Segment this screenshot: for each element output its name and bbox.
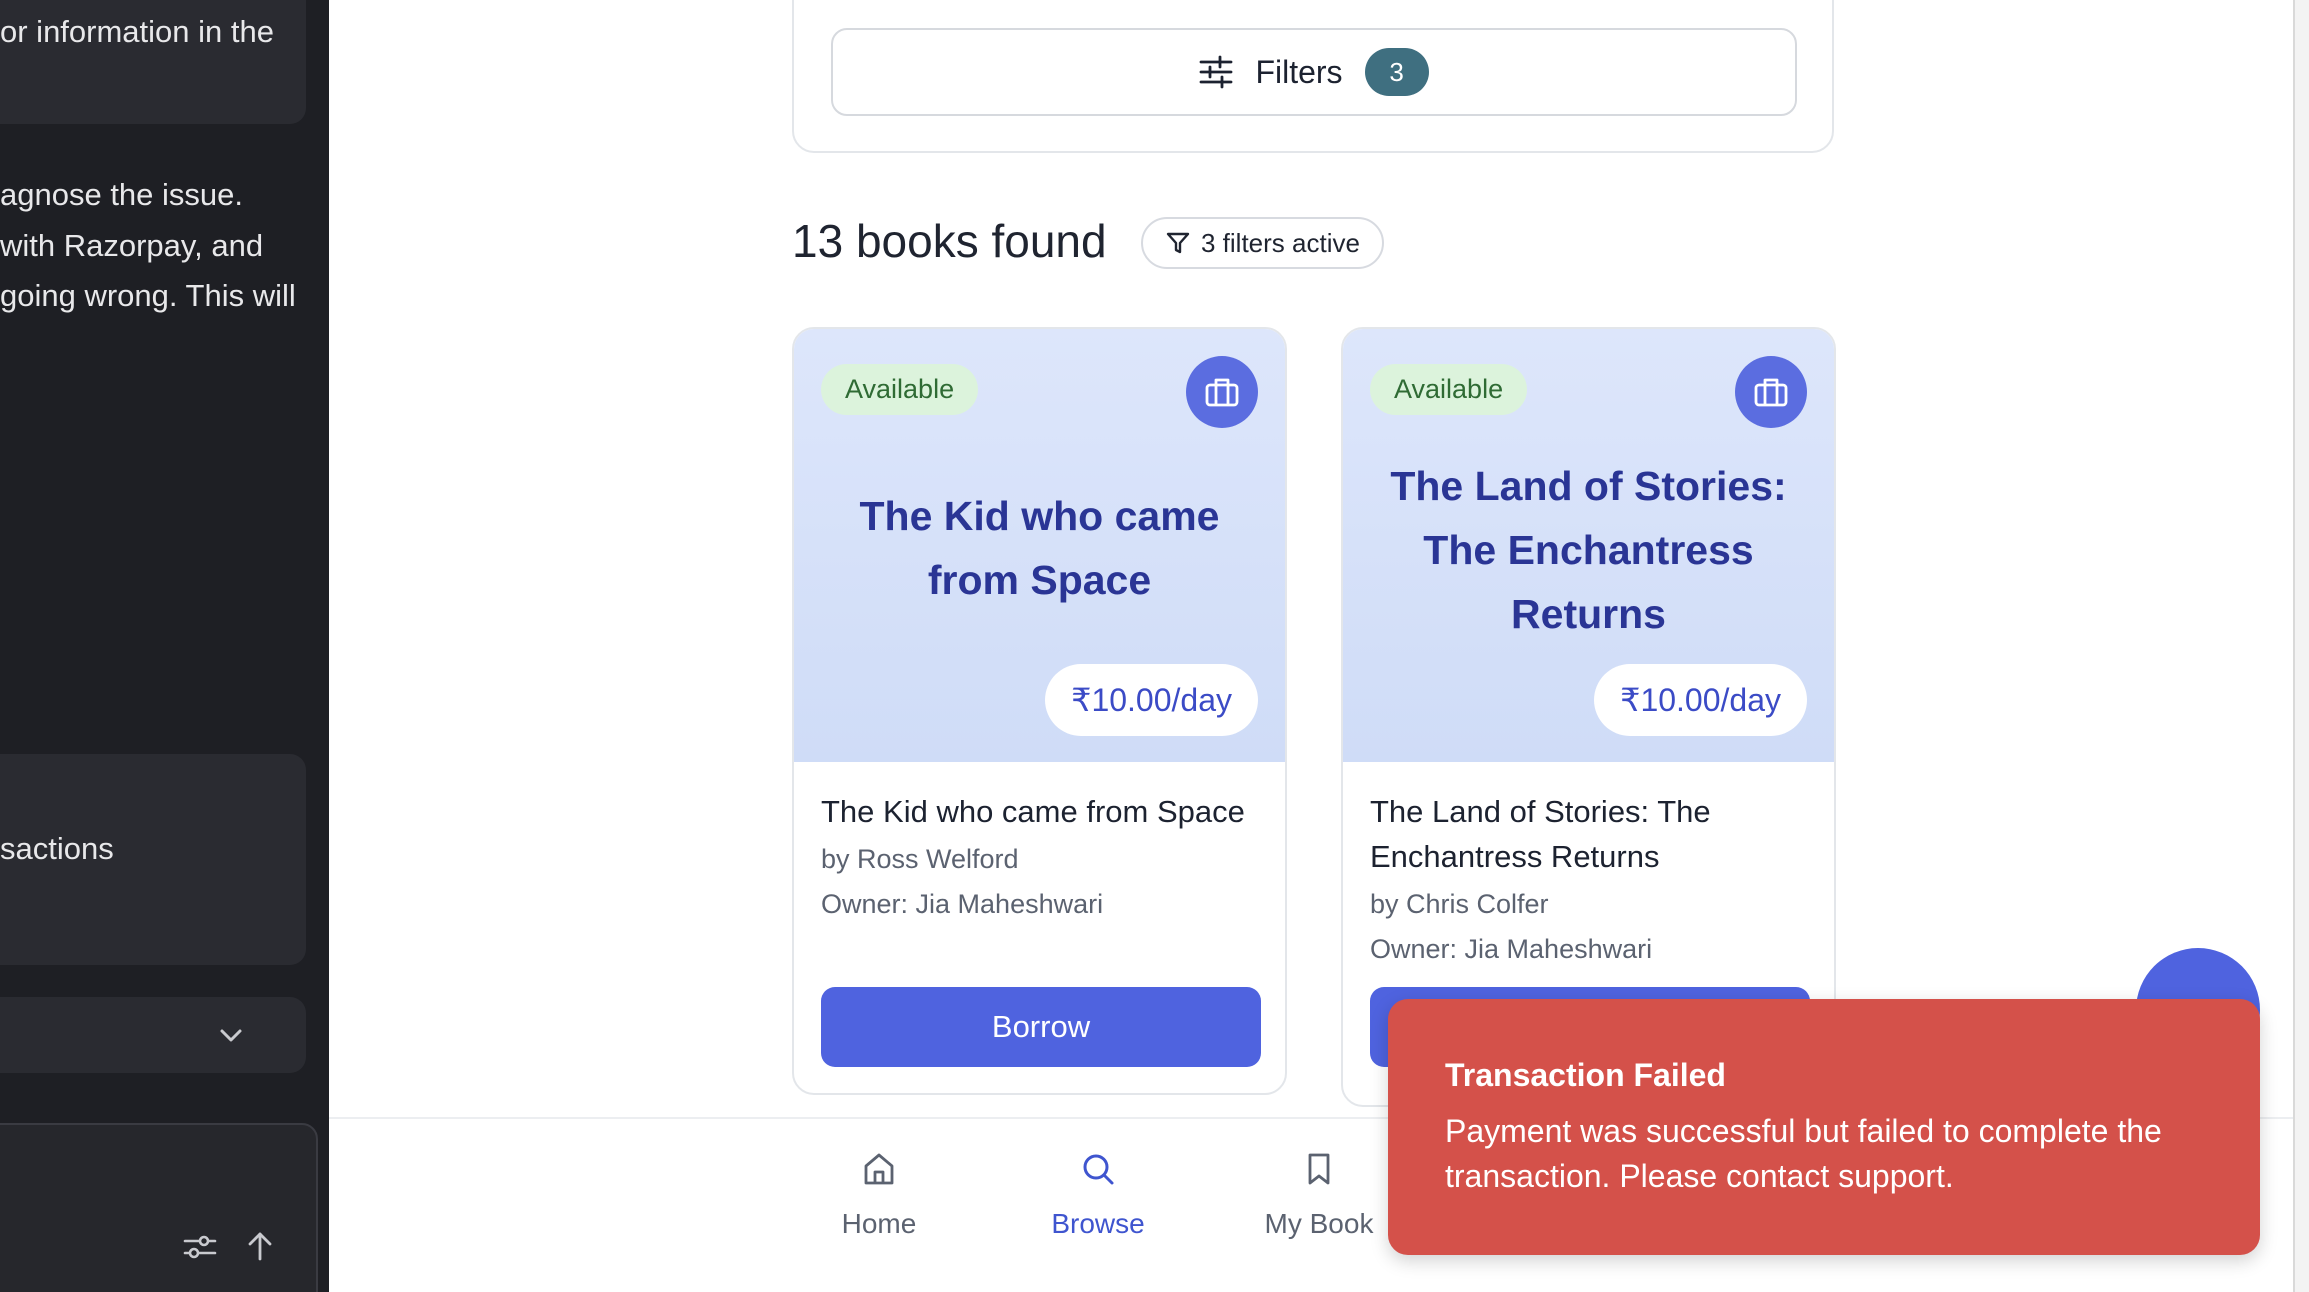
book-owner: Owner: Jia Maheshwari [821,889,1104,919]
availability-badge: Available [821,364,979,415]
send-arrow-up-icon[interactable] [244,1229,276,1263]
cover-title-line: from Space [927,557,1152,603]
model-dropdown[interactable] [0,997,306,1073]
nav-item-my-books[interactable]: My Book [1239,1151,1399,1240]
filters-count-badge: 3 [1364,48,1429,96]
cover-title-line: The Kid who came [859,493,1220,539]
search-icon [1083,1154,1114,1185]
sliders-icon [1200,55,1233,89]
nav-label: Browse [1051,1208,1145,1239]
filter-card: Filters 3 [792,0,1834,153]
cover-title-line: The Enchantress [1423,527,1754,573]
price-tag: ₹10.00/day [1594,664,1807,736]
cover-title-line: Returns [1511,591,1666,637]
toast-title: Transaction Failed [1445,1057,1726,1093]
bookshelf-icon[interactable] [1186,356,1258,428]
book-owner: Owner: Jia Maheshwari [1370,934,1653,964]
chevron-down-icon [220,1029,242,1042]
bookmark-icon [1308,1153,1330,1185]
filters-button[interactable]: Filters 3 [831,28,1797,116]
filters-label: Filters [1255,53,1343,90]
chat-input-box[interactable] [0,1123,318,1292]
nav-item-home[interactable]: Home [799,1151,959,1240]
book-title-line: Enchantress Returns [1370,839,1660,874]
home-icon [864,1153,894,1185]
price-tag: ₹10.00/day [1045,664,1258,736]
book-cover: Available ₹10.00/day The Land of Stories… [1343,329,1834,762]
bookshelf-icon[interactable] [1735,356,1807,428]
book-author: by Ross Welford [821,844,1019,874]
book-title: The Kid who came from Space [821,794,1245,829]
book-author: by Chris Colfer [1370,889,1549,919]
cover-title-line: The Land of Stories: [1390,463,1787,509]
chat-attachment-label: sactions [0,831,114,866]
book-card[interactable]: Available ₹10.00/day The Kid who came fro… [792,327,1287,1095]
book-title-line: The Land of Stories: The [1370,794,1711,829]
nav-label: Home [841,1208,917,1239]
chat-paragraph-line: going wrong. This will [0,278,296,313]
chat-paragraph-line: agnose the issue. [0,177,244,212]
active-filters-label: 3 filters active [1201,227,1360,258]
availability-badge: Available [1370,364,1528,415]
error-toast[interactable]: Transaction Failed Payment was successfu… [1388,999,2260,1255]
cover-title: The Kid who came from Space [824,484,1255,612]
book-cover: Available ₹10.00/day The Kid who came fro… [794,329,1285,762]
scrollbar-track[interactable] [2293,0,2309,1292]
active-filters-chip[interactable]: 3 filters active [1141,217,1384,269]
nav-item-browse[interactable]: Browse [1018,1151,1178,1240]
chat-side-panel: or information in the agnose the issue. … [0,0,329,1292]
nav-label: My Book [1264,1208,1374,1239]
funnel-icon [1166,232,1190,254]
chat-text-snippet: or information in the [0,14,274,49]
borrow-button[interactable]: Borrow [821,987,1261,1067]
settings-sliders-icon[interactable] [182,1231,218,1263]
results-count-title: 13 books found [792,215,1107,267]
book-card[interactable]: Available ₹10.00/day The Land of Stories… [1341,327,1836,1107]
toast-message: Payment was successful but failed to com… [1445,1113,2162,1194]
cover-title: The Land of Stories: The Enchantress Retur… [1373,454,1804,646]
chat-paragraph-line: with Razorpay, and [0,228,264,263]
